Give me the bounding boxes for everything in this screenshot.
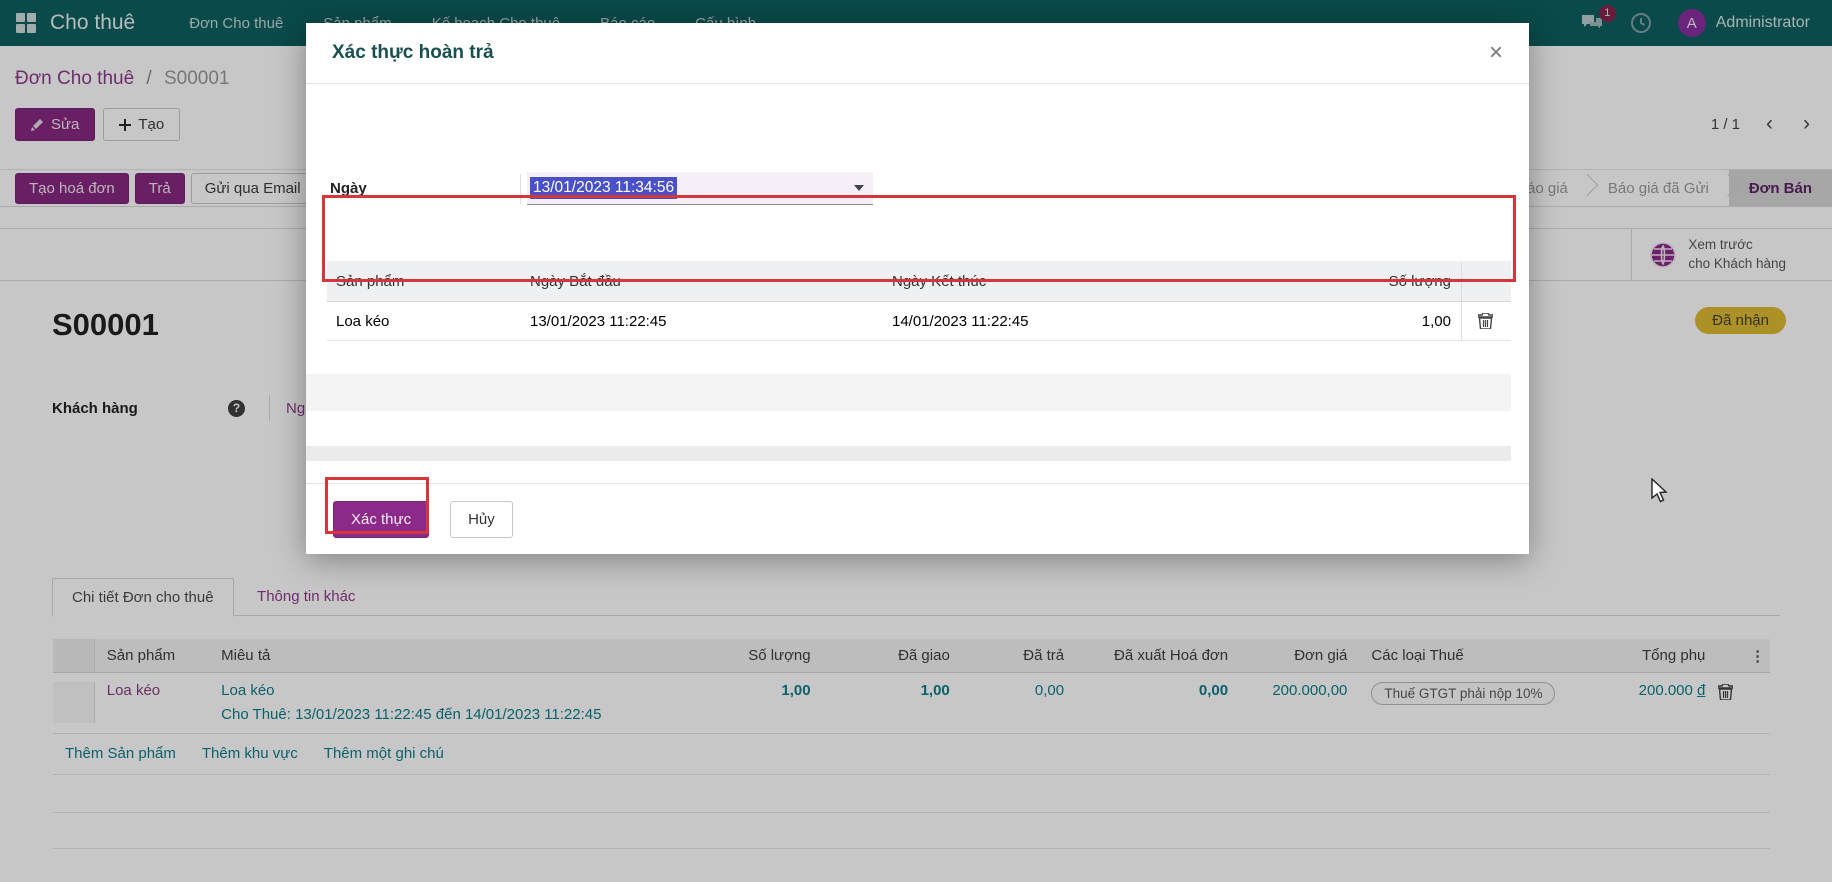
- return-line-delete-button[interactable]: [1462, 313, 1508, 329]
- return-lines-table: Sản phẩm Ngày Bắt đầu Ngày Kết thúc Số l…: [327, 261, 1511, 341]
- return-validation-modal: Xác thực hoàn trả × Ngày 13/01/2023 11:3…: [306, 23, 1529, 554]
- col-start-date: Ngày Bắt đầu: [530, 273, 892, 290]
- close-icon[interactable]: ×: [1489, 41, 1503, 65]
- modal-body: Ngày 13/01/2023 11:34:56 Sản phẩm Ngày B…: [306, 84, 1529, 483]
- return-start-date: 13/01/2023 11:22:45: [530, 313, 892, 330]
- col-product: Sản phẩm: [327, 273, 530, 290]
- col-qty: Số lượng: [1243, 261, 1462, 301]
- return-line-row[interactable]: Loa kéo 13/01/2023 11:22:45 14/01/2023 1…: [327, 302, 1511, 341]
- empty-stripe: [306, 446, 1511, 461]
- date-input-selected-text: 13/01/2023 11:34:56: [530, 177, 677, 199]
- confirm-button[interactable]: Xác thực: [333, 501, 429, 538]
- return-end-date: 14/01/2023 11:22:45: [892, 313, 1243, 330]
- col-end-date: Ngày Kết thúc: [892, 273, 1243, 290]
- modal-title: Xác thực hoàn trả: [332, 42, 494, 64]
- return-table-header: Sản phẩm Ngày Bắt đầu Ngày Kết thúc Số l…: [327, 261, 1511, 302]
- return-qty: 1,00: [1243, 302, 1462, 340]
- date-field-label: Ngày: [330, 180, 520, 197]
- cancel-button[interactable]: Hủy: [450, 501, 513, 538]
- return-product: Loa kéo: [327, 313, 530, 330]
- modal-header: Xác thực hoàn trả ×: [306, 23, 1529, 84]
- return-date-input[interactable]: 13/01/2023 11:34:56: [527, 172, 873, 205]
- trash-icon: [1478, 313, 1493, 329]
- empty-stripe: [306, 374, 1511, 411]
- modal-footer: Xác thực Hủy: [306, 483, 1529, 554]
- app-window: Cho thuê Đơn Cho thuê Sản phẩm Kế hoạch …: [0, 0, 1832, 882]
- datepicker-caret-icon[interactable]: [854, 185, 864, 191]
- return-date-field-row: Ngày 13/01/2023 11:34:56: [330, 172, 873, 205]
